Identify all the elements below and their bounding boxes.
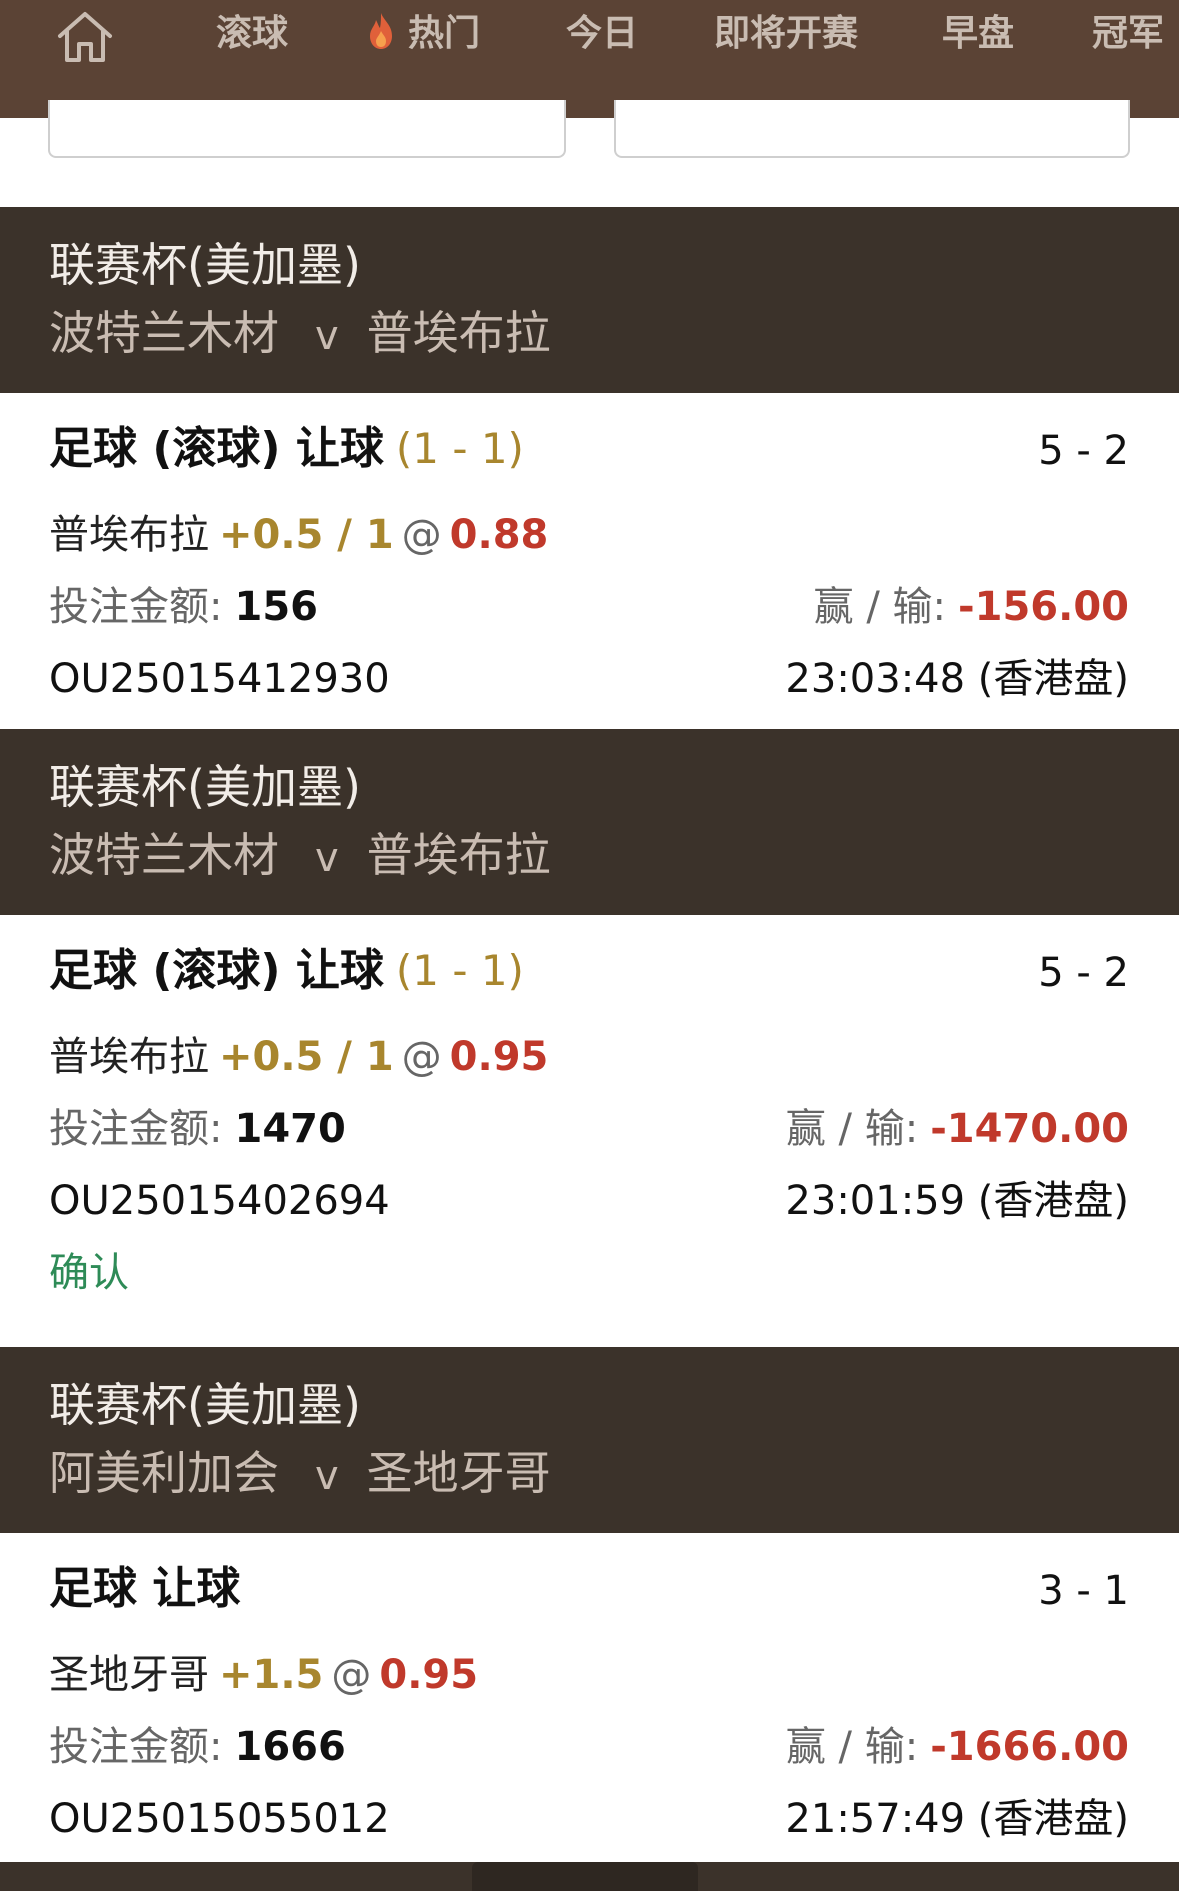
filter-select-right[interactable]: [614, 100, 1130, 158]
market-label: 足球 (滚球) 让球: [49, 945, 384, 996]
win-loss: 赢 / 输: -156.00: [814, 577, 1129, 637]
filter-select-left[interactable]: [48, 100, 566, 158]
at-symbol: @: [401, 512, 442, 558]
nav-tab-hot[interactable]: 热门: [366, 8, 480, 60]
win-loss-value: -1470.00: [930, 1106, 1129, 1152]
match-score: 3 - 1: [1038, 1568, 1129, 1614]
market-label: 足球 (滚球) 让球: [49, 423, 384, 474]
handicap: +1.5: [219, 1652, 324, 1698]
league-header: 联赛杯(美加墨) 波特兰木材 v 普埃布拉: [0, 729, 1179, 915]
selection-team: 圣地牙哥: [49, 1652, 209, 1698]
market-label: 足球 让球: [49, 1563, 241, 1614]
bet-selection: 普埃布拉 +0.5 / 1 @0.95: [49, 1027, 548, 1087]
match-teams: 波特兰木材 v 普埃布拉: [49, 825, 551, 888]
home-team: 波特兰木材: [49, 306, 279, 360]
bet-selection: 普埃布拉 +0.5 / 1 @0.88: [49, 505, 548, 565]
league-header: 联赛杯(美加墨) 波特兰木材 v 普埃布拉: [0, 207, 1179, 393]
win-loss-label: 赢 / 输:: [813, 584, 947, 630]
win-loss-value: -156.00: [958, 584, 1129, 630]
bet-card[interactable]: 足球 (滚球) 让球 (1 - 1) 5 - 2 普埃布拉 +0.5 / 1 @0.9…: [0, 915, 1179, 1347]
away-team: 普埃布拉: [366, 828, 551, 882]
selection-team: 普埃布拉: [49, 512, 209, 558]
bet-reference: OU25015402694: [49, 1178, 390, 1224]
stake: 投注金额: 156: [49, 577, 318, 637]
nav-tab-outright[interactable]: 冠军: [1092, 8, 1164, 60]
bet-reference: OU25015055012: [49, 1796, 390, 1842]
nav-tab-hot-label: 热门: [408, 13, 481, 54]
stake-value: 1666: [234, 1724, 346, 1770]
win-loss-label: 赢 / 输:: [785, 1724, 919, 1770]
league-name: 联赛杯(美加墨): [49, 238, 361, 292]
match-teams: 阿美利加会 v 圣地牙哥: [49, 1443, 551, 1506]
bet-time: 21:57:49 (香港盘): [785, 1796, 1129, 1842]
stake-label: 投注金额:: [49, 584, 223, 630]
bet-market: 足球 让球: [49, 1559, 240, 1619]
selection-team: 普埃布拉: [49, 1034, 209, 1080]
home-team: 阿美利加会: [49, 1446, 279, 1500]
stake-value: 156: [234, 584, 318, 630]
league-name: 联赛杯(美加墨): [49, 1378, 361, 1432]
home-team: 波特兰木材: [49, 828, 279, 882]
at-symbol: @: [401, 1034, 442, 1080]
stake: 投注金额: 1666: [49, 1717, 346, 1777]
flame-icon: [370, 13, 392, 49]
live-score: (1 - 1): [395, 946, 524, 995]
match-score: 5 - 2: [1038, 950, 1129, 996]
win-loss-label: 赢 / 输:: [785, 1106, 919, 1152]
match-score: 5 - 2: [1038, 428, 1129, 474]
bet-reference: OU25015412930: [49, 656, 390, 702]
bet-market: 足球 (滚球) 让球 (1 - 1): [49, 941, 524, 1001]
at-symbol: @: [331, 1652, 372, 1698]
stake: 投注金额: 1470: [49, 1099, 346, 1159]
win-loss-value: -1666.00: [930, 1724, 1129, 1770]
win-loss: 赢 / 输: -1666.00: [786, 1717, 1129, 1777]
live-score: (1 - 1): [395, 424, 524, 473]
win-loss: 赢 / 输: -1470.00: [786, 1099, 1129, 1159]
bet-selection: 圣地牙哥 +1.5 @0.95: [49, 1645, 478, 1705]
stake-value: 1470: [234, 1106, 346, 1152]
vs-label: v: [315, 313, 339, 359]
stake-label: 投注金额:: [49, 1106, 223, 1152]
handicap: +0.5 / 1: [219, 512, 394, 558]
bet-card[interactable]: 足球 让球 3 - 1 圣地牙哥 +1.5 @0.95 投注金额: 1666 赢 / …: [0, 1533, 1179, 1862]
bet-market: 足球 (滚球) 让球 (1 - 1): [49, 419, 524, 479]
away-team: 普埃布拉: [366, 306, 551, 360]
bet-time: 23:01:59 (香港盘): [785, 1178, 1129, 1224]
bet-status: 确认: [49, 1250, 129, 1296]
handicap: +0.5 / 1: [219, 1034, 394, 1080]
odds: 0.95: [379, 1652, 479, 1698]
away-team: 圣地牙哥: [366, 1446, 551, 1500]
nav-tab-live[interactable]: 滚球: [216, 8, 288, 60]
stake-label: 投注金额:: [49, 1724, 223, 1770]
league-header: 联赛杯(美加墨) 阿美利加会 v 圣地牙哥: [0, 1347, 1179, 1533]
nav-tab-upcoming[interactable]: 即将开赛: [714, 8, 858, 60]
vs-label: v: [315, 835, 339, 881]
bottom-tab[interactable]: [472, 1862, 698, 1891]
odds: 0.95: [449, 1034, 549, 1080]
nav-tab-early[interactable]: 早盘: [942, 8, 1014, 60]
home-icon[interactable]: [54, 6, 116, 68]
odds: 0.88: [449, 512, 549, 558]
nav-tab-today[interactable]: 今日: [566, 8, 638, 60]
vs-label: v: [315, 1453, 339, 1499]
bet-card[interactable]: 足球 (滚球) 让球 (1 - 1) 5 - 2 普埃布拉 +0.5 / 1 @0.8…: [0, 393, 1179, 729]
match-teams: 波特兰木材 v 普埃布拉: [49, 303, 551, 366]
league-name: 联赛杯(美加墨): [49, 760, 361, 814]
bet-time: 23:03:48 (香港盘): [785, 656, 1129, 702]
